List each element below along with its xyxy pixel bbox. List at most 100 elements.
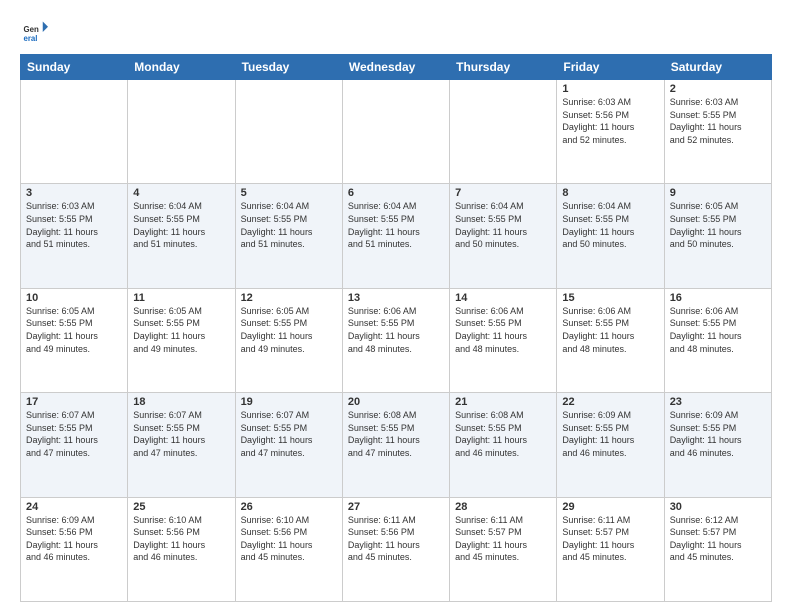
day-cell bbox=[235, 80, 342, 184]
day-number: 25 bbox=[133, 501, 229, 513]
day-cell: 2Sunrise: 6:03 AM Sunset: 5:55 PM Daylig… bbox=[664, 80, 771, 184]
day-cell: 24Sunrise: 6:09 AM Sunset: 5:56 PM Dayli… bbox=[21, 497, 128, 601]
day-number: 23 bbox=[670, 396, 766, 408]
day-cell: 19Sunrise: 6:07 AM Sunset: 5:55 PM Dayli… bbox=[235, 393, 342, 497]
day-info: Sunrise: 6:05 AM Sunset: 5:55 PM Dayligh… bbox=[26, 305, 122, 355]
day-info: Sunrise: 6:09 AM Sunset: 5:55 PM Dayligh… bbox=[670, 409, 766, 459]
day-cell: 25Sunrise: 6:10 AM Sunset: 5:56 PM Dayli… bbox=[128, 497, 235, 601]
weekday-header-friday: Friday bbox=[557, 55, 664, 80]
day-info: Sunrise: 6:10 AM Sunset: 5:56 PM Dayligh… bbox=[133, 514, 229, 564]
day-cell: 26Sunrise: 6:10 AM Sunset: 5:56 PM Dayli… bbox=[235, 497, 342, 601]
day-cell: 15Sunrise: 6:06 AM Sunset: 5:55 PM Dayli… bbox=[557, 288, 664, 392]
day-number: 16 bbox=[670, 292, 766, 304]
day-number: 26 bbox=[241, 501, 337, 513]
day-number: 5 bbox=[241, 187, 337, 199]
day-number: 2 bbox=[670, 83, 766, 95]
day-number: 19 bbox=[241, 396, 337, 408]
week-row-1: 1Sunrise: 6:03 AM Sunset: 5:56 PM Daylig… bbox=[21, 80, 772, 184]
day-number: 28 bbox=[455, 501, 551, 513]
day-info: Sunrise: 6:09 AM Sunset: 5:56 PM Dayligh… bbox=[26, 514, 122, 564]
day-cell: 11Sunrise: 6:05 AM Sunset: 5:55 PM Dayli… bbox=[128, 288, 235, 392]
svg-text:Gen: Gen bbox=[24, 25, 39, 34]
day-info: Sunrise: 6:05 AM Sunset: 5:55 PM Dayligh… bbox=[133, 305, 229, 355]
week-row-4: 17 Sunrise: 6:07 AM Sunset: 5:55 PM Dayli… bbox=[21, 393, 772, 497]
day-cell: 12Sunrise: 6:05 AM Sunset: 5:55 PM Dayli… bbox=[235, 288, 342, 392]
day-number: 22 bbox=[562, 396, 658, 408]
day-cell: 5Sunrise: 6:04 AM Sunset: 5:55 PM Daylig… bbox=[235, 184, 342, 288]
day-cell: 23Sunrise: 6:09 AM Sunset: 5:55 PM Dayli… bbox=[664, 393, 771, 497]
day-info: Sunrise: 6:10 AM Sunset: 5:56 PM Dayligh… bbox=[241, 514, 337, 564]
day-info: Sunrise: 6:07 AM Sunset: 5:55 PM Dayligh… bbox=[241, 409, 337, 459]
day-cell bbox=[342, 80, 449, 184]
day-number: 3 bbox=[26, 187, 122, 199]
day-cell: 9Sunrise: 6:05 AM Sunset: 5:55 PM Daylig… bbox=[664, 184, 771, 288]
day-cell: 18Sunrise: 6:07 AM Sunset: 5:55 PM Dayli… bbox=[128, 393, 235, 497]
weekday-header-row: SundayMondayTuesdayWednesdayThursdayFrid… bbox=[21, 55, 772, 80]
day-number: 29 bbox=[562, 501, 658, 513]
page-header: Gen eral bbox=[20, 18, 772, 46]
weekday-header-tuesday: Tuesday bbox=[235, 55, 342, 80]
day-number: 21 bbox=[455, 396, 551, 408]
logo: Gen eral bbox=[20, 18, 52, 46]
day-cell: 30Sunrise: 6:12 AM Sunset: 5:57 PM Dayli… bbox=[664, 497, 771, 601]
day-number: 18 bbox=[133, 396, 229, 408]
day-number: 8 bbox=[562, 187, 658, 199]
day-info: Sunrise: 6:11 AM Sunset: 5:56 PM Dayligh… bbox=[348, 514, 444, 564]
logo-icon: Gen eral bbox=[20, 18, 48, 46]
day-cell: 28Sunrise: 6:11 AM Sunset: 5:57 PM Dayli… bbox=[450, 497, 557, 601]
day-cell: 8Sunrise: 6:04 AM Sunset: 5:55 PM Daylig… bbox=[557, 184, 664, 288]
day-info: Sunrise: 6:04 AM Sunset: 5:55 PM Dayligh… bbox=[348, 200, 444, 250]
day-cell: 21Sunrise: 6:08 AM Sunset: 5:55 PM Dayli… bbox=[450, 393, 557, 497]
day-info: Sunrise: 6:06 AM Sunset: 5:55 PM Dayligh… bbox=[670, 305, 766, 355]
weekday-header-thursday: Thursday bbox=[450, 55, 557, 80]
day-number: 7 bbox=[455, 187, 551, 199]
day-number: 9 bbox=[670, 187, 766, 199]
day-info: Sunrise: 6:11 AM Sunset: 5:57 PM Dayligh… bbox=[455, 514, 551, 564]
day-info: Sunrise: 6:06 AM Sunset: 5:55 PM Dayligh… bbox=[455, 305, 551, 355]
day-number: 6 bbox=[348, 187, 444, 199]
day-cell: 6Sunrise: 6:04 AM Sunset: 5:55 PM Daylig… bbox=[342, 184, 449, 288]
day-number: 24 bbox=[26, 501, 122, 513]
day-info: Sunrise: 6:05 AM Sunset: 5:55 PM Dayligh… bbox=[241, 305, 337, 355]
calendar-page: Gen eral SundayMondayTuesdayWednesdayThu… bbox=[0, 0, 792, 612]
day-cell: 16Sunrise: 6:06 AM Sunset: 5:55 PM Dayli… bbox=[664, 288, 771, 392]
week-row-2: 3Sunrise: 6:03 AM Sunset: 5:55 PM Daylig… bbox=[21, 184, 772, 288]
day-number: 30 bbox=[670, 501, 766, 513]
day-cell bbox=[21, 80, 128, 184]
day-number: 11 bbox=[133, 292, 229, 304]
day-info: Sunrise: 6:09 AM Sunset: 5:55 PM Dayligh… bbox=[562, 409, 658, 459]
day-cell: 10Sunrise: 6:05 AM Sunset: 5:55 PM Dayli… bbox=[21, 288, 128, 392]
day-cell: 17Sunrise: 6:07 AM Sunset: 5:55 PM Dayli… bbox=[21, 393, 128, 497]
day-number: 27 bbox=[348, 501, 444, 513]
day-cell: 29Sunrise: 6:11 AM Sunset: 5:57 PM Dayli… bbox=[557, 497, 664, 601]
day-info: Sunrise: 6:03 AM Sunset: 5:55 PM Dayligh… bbox=[26, 200, 122, 250]
day-number: 17 bbox=[26, 396, 122, 408]
day-info: Sunrise: 6:12 AM Sunset: 5:57 PM Dayligh… bbox=[670, 514, 766, 564]
weekday-header-saturday: Saturday bbox=[664, 55, 771, 80]
day-number: 14 bbox=[455, 292, 551, 304]
day-number: 13 bbox=[348, 292, 444, 304]
weekday-header-wednesday: Wednesday bbox=[342, 55, 449, 80]
week-row-3: 10Sunrise: 6:05 AM Sunset: 5:55 PM Dayli… bbox=[21, 288, 772, 392]
weekday-header-sunday: Sunday bbox=[21, 55, 128, 80]
day-info: Sunrise: 6:03 AM Sunset: 5:55 PM Dayligh… bbox=[670, 96, 766, 146]
day-info: Sunrise: 6:08 AM Sunset: 5:55 PM Dayligh… bbox=[455, 409, 551, 459]
day-cell: 14Sunrise: 6:06 AM Sunset: 5:55 PM Dayli… bbox=[450, 288, 557, 392]
day-info: Sunrise: 6:04 AM Sunset: 5:55 PM Dayligh… bbox=[133, 200, 229, 250]
day-cell: 1Sunrise: 6:03 AM Sunset: 5:56 PM Daylig… bbox=[557, 80, 664, 184]
day-number: 20 bbox=[348, 396, 444, 408]
day-info: Sunrise: 6:03 AM Sunset: 5:56 PM Dayligh… bbox=[562, 96, 658, 146]
day-cell: 27Sunrise: 6:11 AM Sunset: 5:56 PM Dayli… bbox=[342, 497, 449, 601]
day-info: Sunrise: 6:06 AM Sunset: 5:55 PM Dayligh… bbox=[562, 305, 658, 355]
day-info: Sunrise: 6:04 AM Sunset: 5:55 PM Dayligh… bbox=[455, 200, 551, 250]
day-cell: 13Sunrise: 6:06 AM Sunset: 5:55 PM Dayli… bbox=[342, 288, 449, 392]
day-number: 4 bbox=[133, 187, 229, 199]
calendar-table: SundayMondayTuesdayWednesdayThursdayFrid… bbox=[20, 54, 772, 602]
day-cell: 3Sunrise: 6:03 AM Sunset: 5:55 PM Daylig… bbox=[21, 184, 128, 288]
svg-text:eral: eral bbox=[24, 34, 38, 43]
day-number: 15 bbox=[562, 292, 658, 304]
weekday-header-monday: Monday bbox=[128, 55, 235, 80]
day-number: 10 bbox=[26, 292, 122, 304]
day-info: Sunrise: 6:04 AM Sunset: 5:55 PM Dayligh… bbox=[241, 200, 337, 250]
day-info: Sunrise: 6:07 AM Sunset: 5:55 PM Dayligh… bbox=[133, 409, 229, 459]
